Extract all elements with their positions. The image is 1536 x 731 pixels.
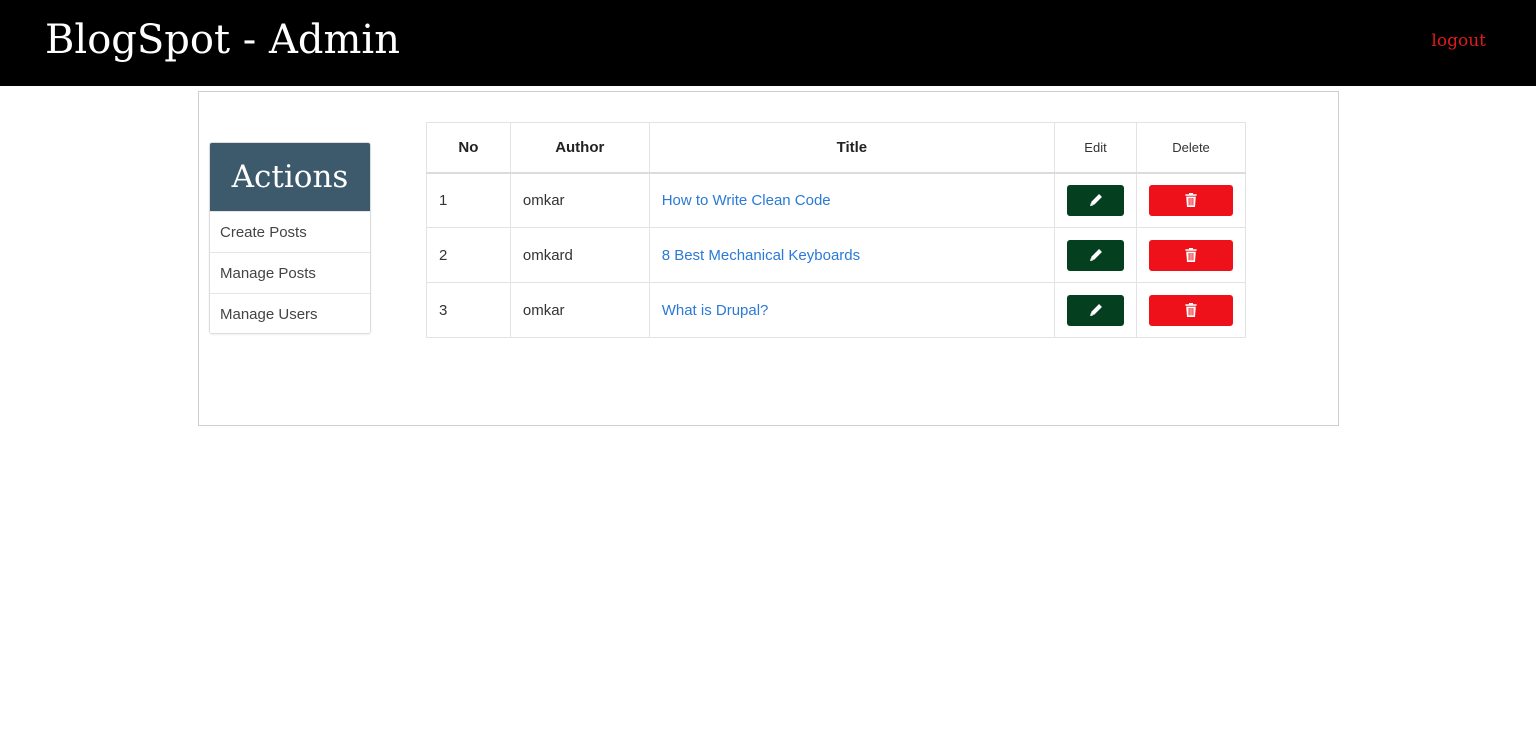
post-author: omkar — [509, 172, 650, 228]
post-number: 2 — [426, 227, 511, 283]
logout-link[interactable]: logout — [1431, 31, 1486, 51]
edit-cell — [1054, 282, 1137, 338]
edit-cell — [1054, 227, 1137, 283]
delete-cell — [1135, 282, 1247, 338]
pencil-icon — [1089, 194, 1102, 207]
table-row: 2 omkard 8 Best Mechanical Keyboards — [426, 227, 1247, 283]
brand-title: BlogSpot - Admin — [45, 17, 400, 63]
actions-sidebar: Actions Create Posts Manage Posts Manage… — [209, 142, 371, 334]
column-header-delete: Delete — [1135, 122, 1247, 174]
post-number: 1 — [426, 172, 511, 228]
post-number: 3 — [426, 282, 511, 338]
post-author: omkar — [509, 282, 650, 338]
column-header-author: Author — [509, 122, 650, 174]
delete-button[interactable] — [1148, 184, 1233, 216]
post-title-cell: How to Write Clean Code — [648, 172, 1056, 228]
post-title-cell: 8 Best Mechanical Keyboards — [648, 227, 1056, 283]
post-author: omkard — [509, 227, 650, 283]
pencil-icon — [1089, 304, 1102, 317]
trash-icon — [1185, 248, 1197, 262]
sidebar-item-manage-users[interactable]: Manage Users — [210, 293, 370, 333]
pencil-icon — [1089, 249, 1102, 262]
edit-button[interactable] — [1067, 294, 1125, 326]
trash-icon — [1185, 303, 1197, 317]
table-header-row: No Author Title Edit Delete — [426, 122, 1247, 174]
post-title-link[interactable]: What is Drupal? — [662, 302, 769, 319]
top-navbar: BlogSpot - Admin logout — [0, 0, 1536, 86]
delete-button[interactable] — [1148, 294, 1233, 326]
posts-table: No Author Title Edit Delete 1 omkar How … — [426, 122, 1247, 338]
post-title-link[interactable]: 8 Best Mechanical Keyboards — [662, 247, 860, 264]
column-header-edit: Edit — [1054, 122, 1137, 174]
column-header-no: No — [426, 122, 511, 174]
table-row: 3 omkar What is Drupal? — [426, 282, 1247, 338]
delete-cell — [1135, 172, 1247, 228]
sidebar-item-manage-posts[interactable]: Manage Posts — [210, 252, 370, 293]
table-row: 1 omkar How to Write Clean Code — [426, 172, 1247, 228]
delete-cell — [1135, 227, 1247, 283]
post-title-link[interactable]: How to Write Clean Code — [662, 192, 831, 209]
edit-cell — [1054, 172, 1137, 228]
sidebar-item-create-posts[interactable]: Create Posts — [210, 211, 370, 252]
edit-button[interactable] — [1067, 184, 1125, 216]
column-header-title: Title — [648, 122, 1056, 174]
trash-icon — [1185, 193, 1197, 208]
edit-button[interactable] — [1067, 239, 1125, 271]
delete-button[interactable] — [1148, 239, 1233, 271]
actions-title: Actions — [210, 143, 370, 211]
post-title-cell: What is Drupal? — [648, 282, 1056, 338]
